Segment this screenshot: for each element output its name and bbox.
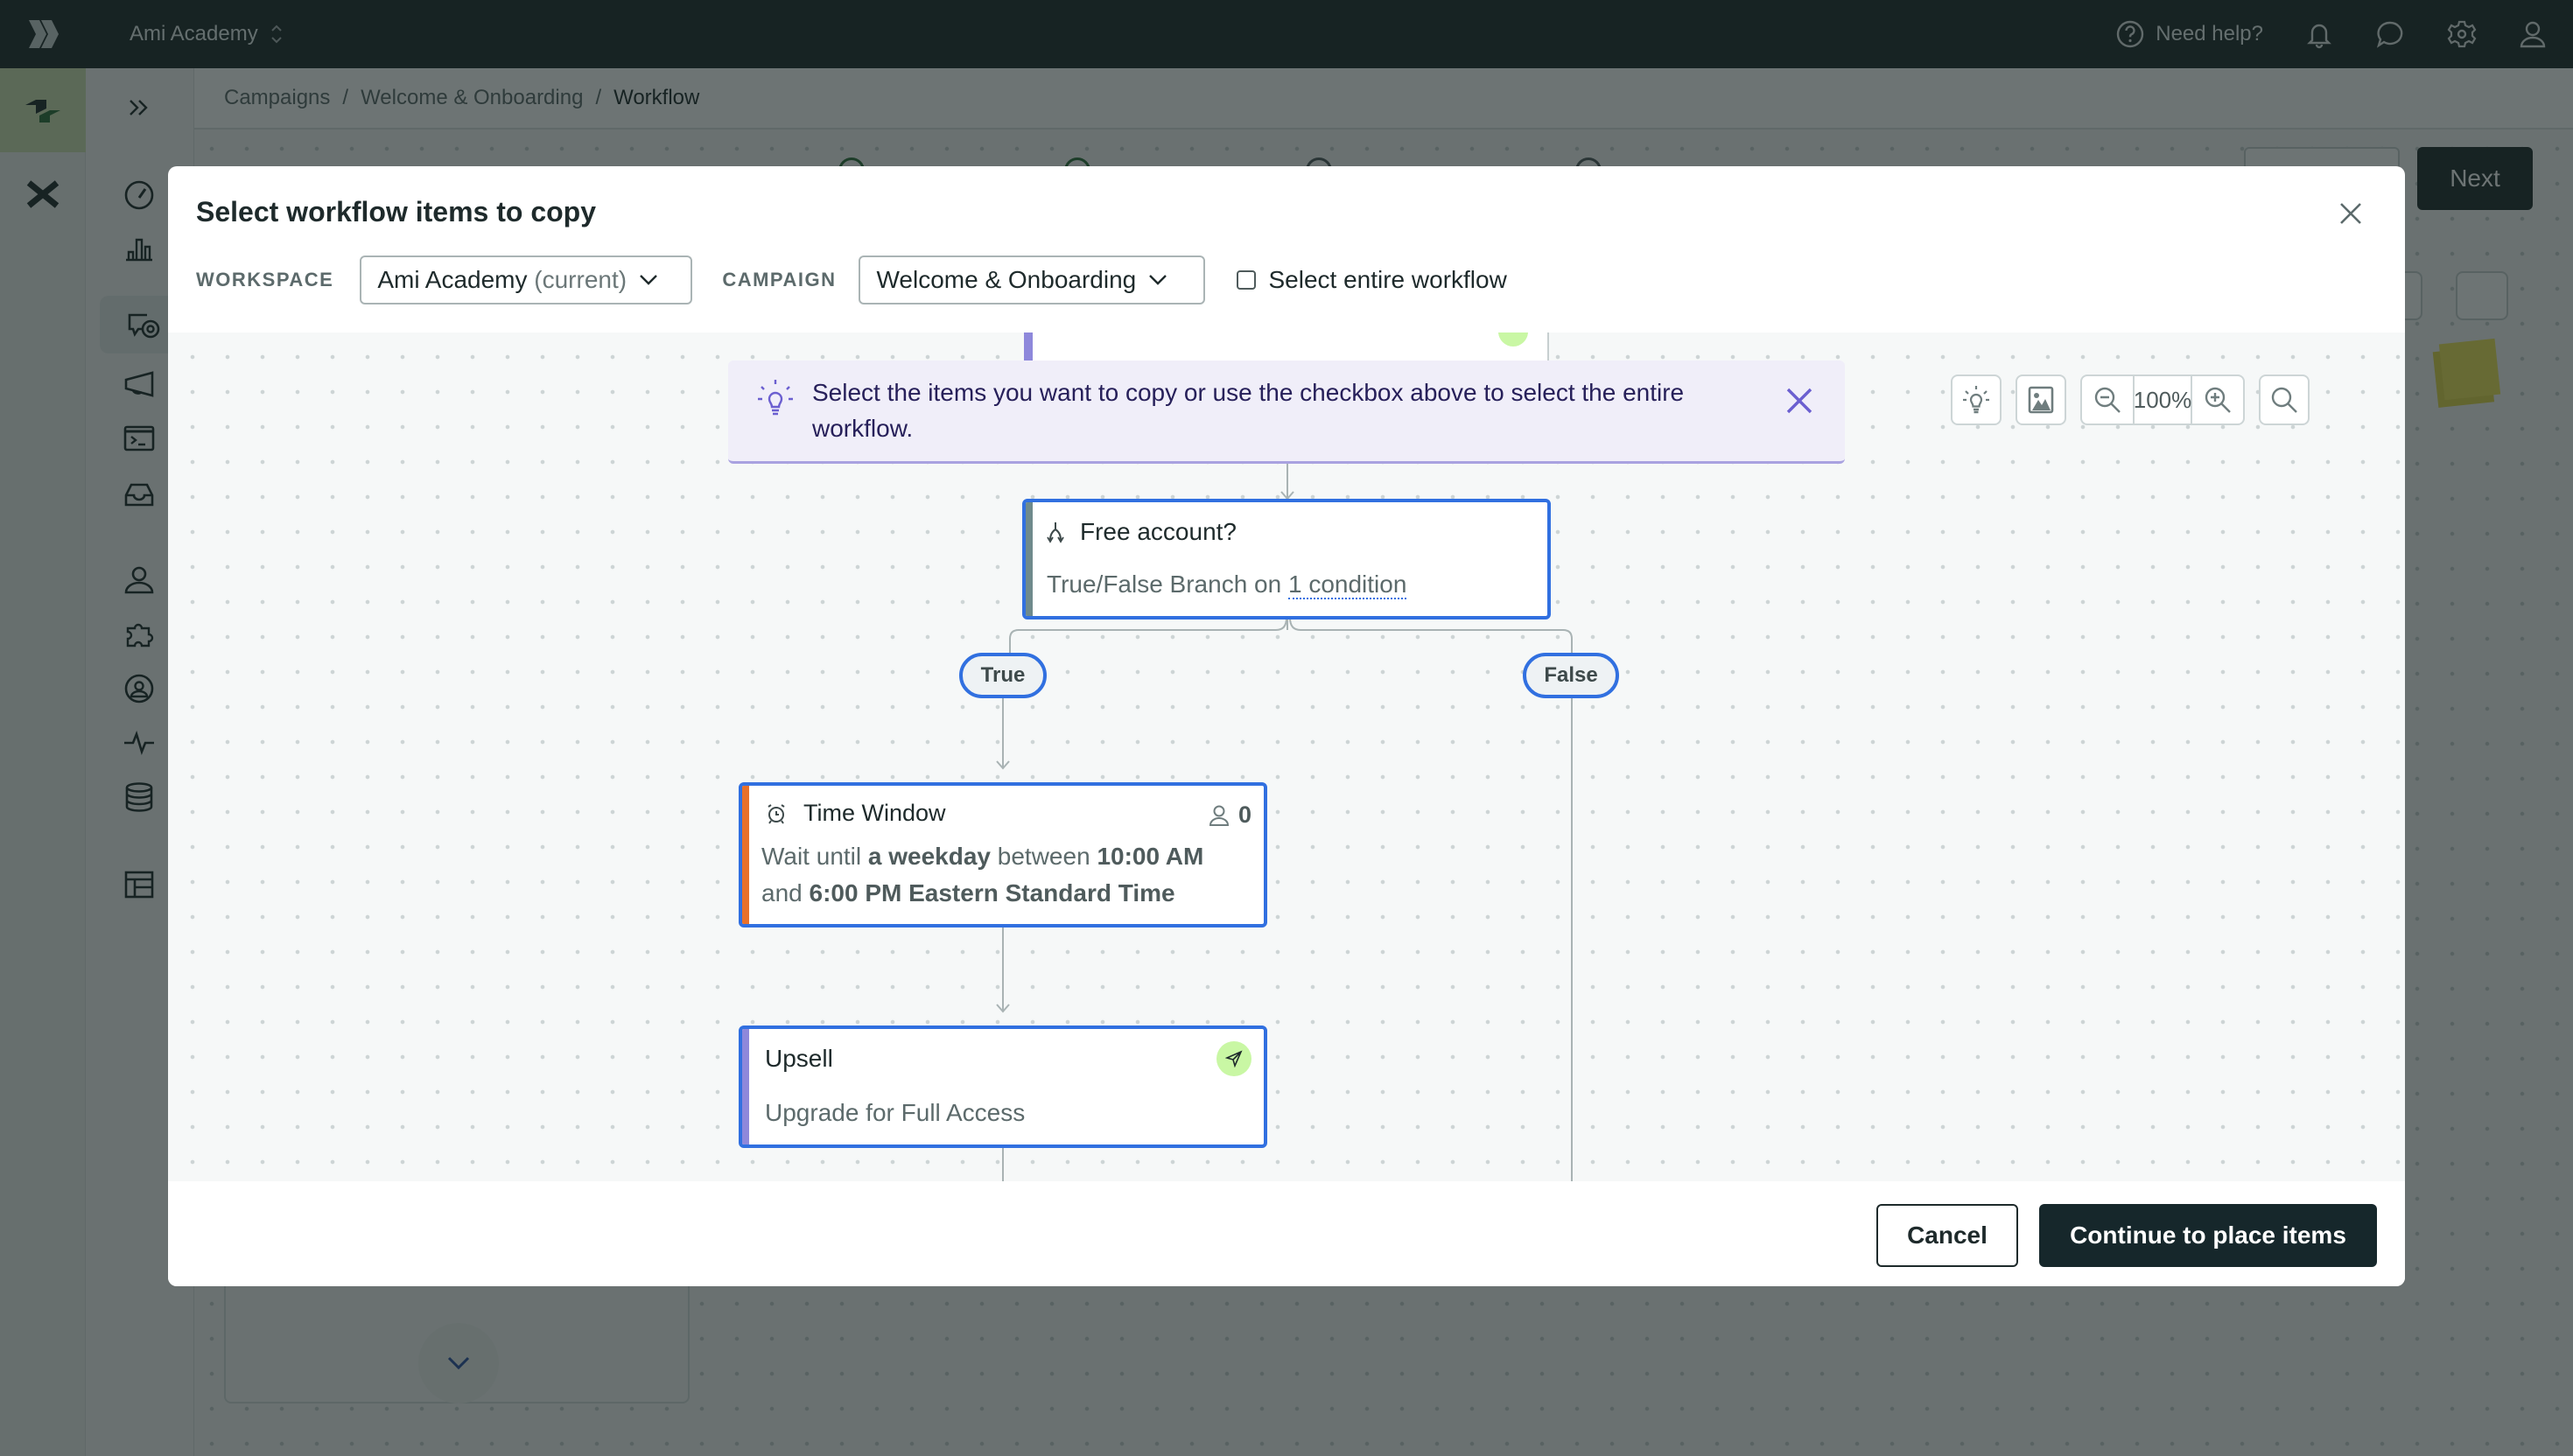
- workflow-canvas[interactable]: Select the items you want to copy or use…: [168, 332, 2405, 1181]
- tw-day: a weekday: [867, 843, 991, 870]
- false-branch-label[interactable]: False: [1523, 653, 1619, 698]
- close-icon: [2340, 203, 2361, 224]
- campaign-select-value: Welcome & Onboarding: [876, 266, 1137, 293]
- copy-tip-banner: Select the items you want to copy or use…: [728, 360, 1845, 464]
- true-branch-label[interactable]: True: [959, 653, 1047, 698]
- arrow-head-icon: [996, 1004, 1010, 1013]
- people-count: 0: [1209, 802, 1251, 829]
- zoom-out-icon: [2094, 387, 2121, 413]
- copy-workflow-modal: Select workflow items to copy WORKSPACE …: [168, 166, 2405, 1286]
- workspace-select[interactable]: Ami Academy (current): [360, 256, 693, 304]
- modal-footer: Cancel Continue to place items: [168, 1181, 2405, 1286]
- campaign-select[interactable]: Welcome & Onboarding: [859, 256, 1206, 304]
- people-count-value: 0: [1237, 802, 1251, 828]
- workflow-node-branch[interactable]: Free account? True/False Branch on 1 con…: [1022, 499, 1551, 620]
- workspace-label: WORKSPACE: [196, 269, 334, 290]
- send-plane-icon: [1225, 1050, 1243, 1068]
- select-entire-label: Select entire workflow: [1268, 266, 1507, 293]
- workspace-suffix: (current): [534, 266, 627, 293]
- cancel-button[interactable]: Cancel: [1876, 1204, 2018, 1267]
- zoom-out-button[interactable]: [2082, 376, 2133, 424]
- node-type-stripe: [742, 786, 749, 924]
- tw-start-time: 10:00 AM: [1097, 843, 1204, 870]
- condition-link[interactable]: 1 condition: [1287, 570, 1407, 599]
- upsell-title: Upsell: [765, 1045, 833, 1072]
- select-entire-checkbox[interactable]: [1237, 270, 1257, 290]
- node-type-stripe: [1026, 502, 1033, 616]
- branch-split-icon: [1047, 522, 1064, 543]
- campaign-label: CAMPAIGN: [722, 269, 837, 290]
- arrow-head-icon: [996, 760, 1010, 770]
- search-canvas-button[interactable]: [2259, 374, 2310, 425]
- workflow-node-time-window[interactable]: Time Window 0 Wait until a weekday betwe…: [739, 782, 1267, 928]
- branch-node-title-row: Free account?: [1047, 518, 1237, 546]
- zoom-level: 100%: [2133, 376, 2192, 424]
- export-image-button[interactable]: [2016, 374, 2066, 425]
- image-icon: [2028, 386, 2054, 414]
- close-icon: [1786, 388, 1812, 414]
- tip-message: Select the items you want to copy or use…: [812, 379, 1685, 442]
- search-icon: [2271, 387, 2297, 413]
- time-window-title: Time Window: [803, 800, 946, 826]
- workspace-select-value: Ami Academy (current): [377, 266, 627, 294]
- modal-title: Select workflow items to copy: [196, 196, 596, 228]
- select-entire-workflow[interactable]: Select entire workflow: [1237, 266, 1507, 294]
- zoom-controls: 100%: [2080, 374, 2245, 425]
- lightbulb-icon: [1963, 386, 1989, 414]
- connector-line: [1002, 698, 1004, 768]
- workflow-node-previous[interactable]: [1024, 332, 1549, 360]
- tip-dismiss-button[interactable]: [1782, 383, 1817, 418]
- chevron-down-icon: [640, 275, 657, 285]
- tw-text: and: [761, 879, 803, 906]
- zoom-in-icon: [2205, 387, 2231, 413]
- connector-line: [1002, 924, 1004, 1012]
- node-type-stripe: [742, 1029, 749, 1144]
- continue-to-place-items-button[interactable]: Continue to place items: [2039, 1204, 2377, 1267]
- branch-node-subtitle: True/False Branch on 1 condition: [1047, 570, 1407, 599]
- chevron-down-icon: [1149, 275, 1167, 285]
- tw-text: Wait until: [761, 843, 862, 870]
- workspace-value: Ami Academy: [377, 266, 528, 293]
- alarm-clock-icon: [768, 803, 785, 824]
- branch-connector: [1009, 618, 1573, 653]
- upsell-subtitle: Upgrade for Full Access: [765, 1099, 1026, 1126]
- branch-node-title: Free account?: [1080, 518, 1237, 545]
- time-window-title-row: Time Window: [765, 800, 946, 827]
- tips-toggle-button[interactable]: [1951, 374, 2002, 425]
- time-window-description: Wait until a weekday between 10:00 AM an…: [761, 838, 1203, 912]
- lightbulb-icon: [758, 380, 793, 416]
- tw-text: between: [997, 843, 1090, 870]
- person-icon: [1209, 805, 1229, 826]
- zoom-in-button[interactable]: [2192, 376, 2243, 424]
- connector-line: [1571, 698, 1573, 1181]
- modal-close-button[interactable]: [2331, 194, 2370, 233]
- branch-node-description: True/False Branch on: [1047, 570, 1282, 598]
- message-sent-badge: [1216, 1041, 1251, 1076]
- workflow-node-upsell[interactable]: Upsell Upgrade for Full Access: [739, 1026, 1267, 1148]
- tw-end-time: 6:00 PM Eastern Standard Time: [809, 879, 1175, 906]
- canvas-toolbar: 100%: [1951, 374, 2310, 425]
- copy-filters: WORKSPACE Ami Academy (current) CAMPAIGN…: [196, 256, 1507, 304]
